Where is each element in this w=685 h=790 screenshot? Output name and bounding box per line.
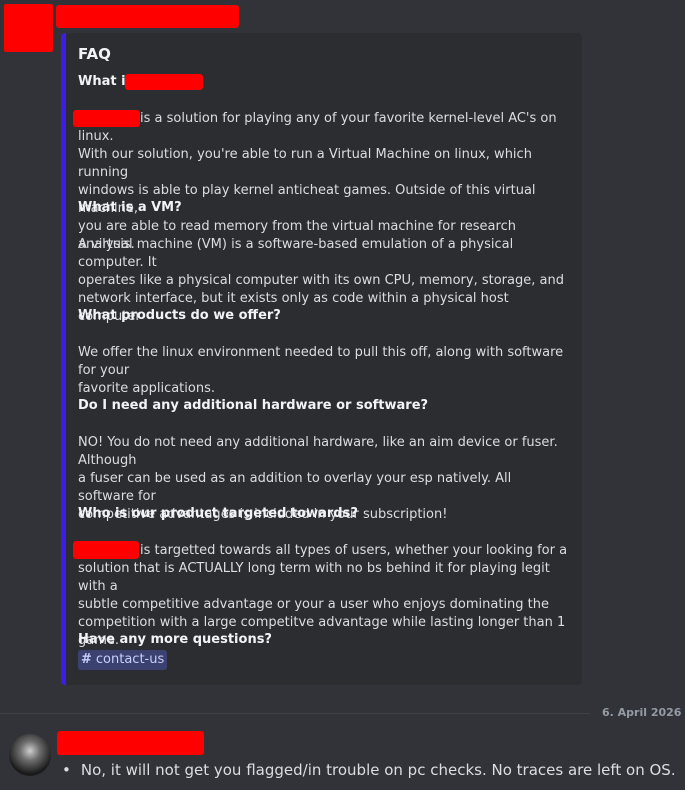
reply-text: No, it will not get you flagged/in troub… [80,761,676,779]
question-what-is-vm: What is a VM? [78,200,182,215]
answer-line: solution that is ACTUALLY long term with… [78,561,550,594]
answer-line: NO! You do not need any additional hardw… [78,435,558,468]
question-products: What products do we offer? [78,308,281,323]
answer-line: favorite applications. [78,381,215,396]
channel-mention-label: contact-us [95,652,165,667]
reply-message: • No, it will not get you flagged/in trou… [62,761,676,779]
bullet-icon: • [62,761,71,779]
answer-line: a fuser can be used as an addition to ov… [78,471,512,504]
answer-line: operates like a physical computer with i… [78,273,564,288]
date-divider-label: 6. April 2026 [602,706,682,719]
author-avatar-redacted[interactable] [4,4,53,52]
answer-line: is a solution for playing any of your fa… [78,111,557,144]
answer-line: subtle competitive advantage or your a u… [78,597,550,612]
embed-title: FAQ [78,45,111,63]
question-more: Have any more questions? [78,632,272,647]
author-name-redacted[interactable] [57,731,204,755]
question-hardware: Do I need any additional hardware or sof… [78,398,429,413]
question-target: Who is our product targeted towards? [78,506,358,521]
answer-what-is: is a solution for playing any of your fa… [78,110,568,254]
answer-line: With our solution, you're able to run a … [78,147,532,180]
answer-products: We offer the linux environment needed to… [78,344,568,398]
product-name-redacted [125,74,203,90]
user-avatar[interactable] [9,734,51,776]
date-divider-line [0,713,590,714]
answer-line: is targetted towards all types of users,… [140,543,568,558]
channel-hash-icon: # [81,652,92,667]
answer-line: A virtual machine (VM) is a software-bas… [78,237,514,270]
author-name-redacted[interactable] [56,5,239,28]
answer-line: We offer the linux environment needed to… [78,345,564,378]
channel-mention-contact-us[interactable]: # contact-us [78,650,168,670]
